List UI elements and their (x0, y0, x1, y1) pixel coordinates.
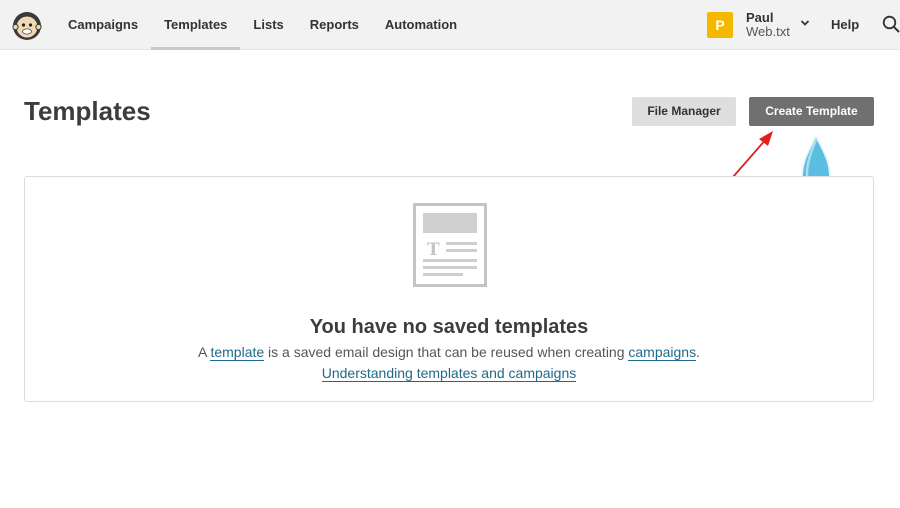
avatar: P (707, 12, 733, 38)
campaigns-link[interactable]: campaigns (628, 344, 697, 361)
desc-prefix: A (198, 344, 211, 360)
nav-item-campaigns[interactable]: Campaigns (55, 0, 151, 50)
main-nav: Campaigns Templates Lists Reports Automa… (55, 0, 470, 50)
empty-state-title: You have no saved templates (309, 316, 589, 338)
search-icon[interactable] (882, 15, 900, 33)
empty-state-card: T You have no saved templates A template… (24, 176, 874, 402)
nav-item-reports[interactable]: Reports (297, 0, 372, 50)
nav-item-automation[interactable]: Automation (372, 0, 470, 50)
template-link[interactable]: template (210, 344, 265, 361)
nav-item-lists[interactable]: Lists (240, 0, 296, 50)
desc-suffix: . (696, 344, 700, 360)
account-menu[interactable]: P Paul Web.txt (707, 11, 810, 39)
desc-middle: is a saved email design that can be reus… (264, 344, 629, 360)
file-manager-button[interactable]: File Manager (632, 97, 736, 126)
page-title: Templates (24, 96, 151, 126)
nav-item-templates[interactable]: Templates (151, 0, 241, 50)
understanding-templates-link[interactable]: Understanding templates and campaigns (321, 365, 577, 382)
help-link-line: Understanding templates and campaigns (25, 365, 873, 382)
account-org: Web.txt (746, 24, 790, 39)
help-link[interactable]: Help (831, 0, 859, 49)
account-info: Paul Web.txt (746, 11, 790, 39)
account-name: Paul (746, 10, 774, 25)
create-template-button[interactable]: Create Template (749, 97, 874, 126)
empty-state-description: A template is a saved email design that … (25, 344, 873, 361)
template-document-icon: T (413, 203, 487, 287)
chevron-down-icon[interactable] (800, 18, 810, 28)
svg-text:T: T (427, 240, 440, 260)
top-navigation-bar: Campaigns Templates Lists Reports Automa… (0, 0, 900, 50)
mailchimp-logo-icon[interactable] (10, 8, 44, 42)
